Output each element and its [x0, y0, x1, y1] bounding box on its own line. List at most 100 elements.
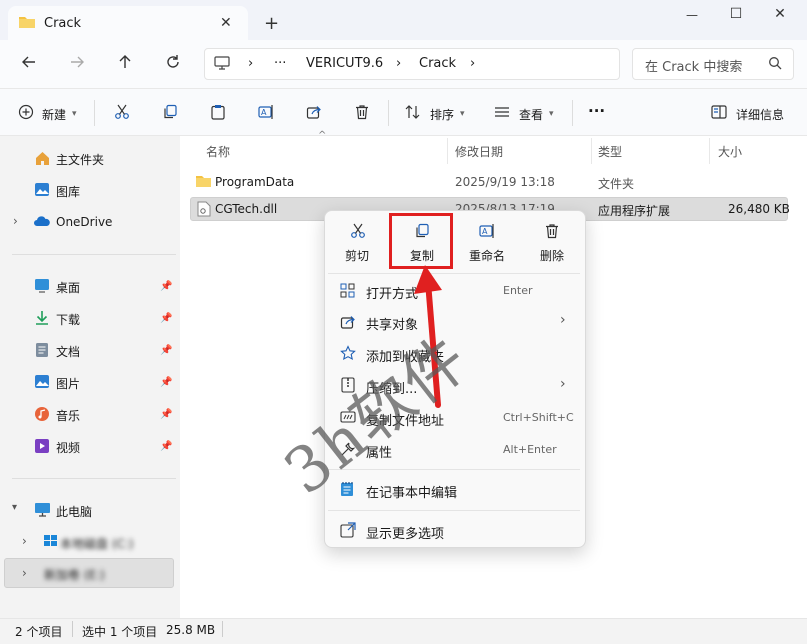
status-divider: [222, 621, 223, 637]
search-icon[interactable]: [768, 56, 782, 70]
file-type: 应用程序扩展: [598, 204, 671, 218]
sort-button[interactable]: 排序: [430, 106, 454, 123]
file-date: 2025/9/19 13:18: [455, 175, 555, 189]
chevron-right-icon[interactable]: ›: [13, 214, 18, 228]
file-name: CGTech.dll: [215, 202, 278, 216]
sidebar-item-onedrive[interactable]: OneDrive: [56, 215, 112, 229]
column-divider[interactable]: [709, 138, 710, 164]
sidebar-item-music[interactable]: 音乐: [56, 407, 80, 424]
column-header-size[interactable]: 大小: [718, 143, 742, 160]
pin-icon: 📌: [160, 377, 173, 388]
toolbar-separator: [388, 100, 389, 126]
context-cut-label: 剪切: [344, 249, 369, 263]
rename-icon[interactable]: A: [258, 104, 274, 120]
share-icon[interactable]: [306, 104, 322, 120]
delete-icon: [544, 223, 560, 239]
cut-icon: [350, 223, 366, 239]
chevron-down-icon[interactable]: ▾: [12, 502, 17, 513]
music-icon: [34, 406, 50, 422]
breadcrumb-vericut[interactable]: VERICUT9.6: [306, 56, 383, 71]
chevron-right-icon: ›: [396, 56, 402, 71]
cut-icon[interactable]: [114, 104, 130, 120]
up-icon[interactable]: [114, 54, 136, 74]
download-icon: [34, 310, 50, 326]
drive-icon: [44, 535, 58, 547]
share-icon: [340, 314, 356, 330]
context-rename-label: 重命名: [468, 249, 505, 263]
column-header-date[interactable]: 修改日期: [455, 143, 503, 160]
sidebar-divider: [12, 478, 176, 479]
menu-item-label: 显示更多选项: [366, 527, 445, 542]
minimize-button[interactable]: —: [676, 8, 708, 28]
chevron-right-icon: ›: [560, 376, 566, 392]
pin-icon: 📌: [160, 281, 173, 292]
sidebar-item-drive-e[interactable]: 新加卷 (E:): [44, 566, 105, 583]
selection-count: 选中 1 个项目: [82, 625, 158, 639]
tab-label: Crack: [44, 16, 82, 31]
pin-icon: 📌: [160, 313, 173, 324]
view-button[interactable]: 查看: [519, 106, 543, 123]
folder-icon: [18, 14, 36, 30]
context-delete-label: 删除: [539, 249, 564, 263]
sidebar-item-videos[interactable]: 视频: [56, 439, 80, 456]
column-divider[interactable]: [447, 138, 448, 164]
svg-text:A: A: [482, 227, 488, 236]
chevron-right-icon: ›: [470, 56, 476, 71]
pin-icon: 📌: [160, 441, 173, 452]
sidebar-item-downloads[interactable]: 下载: [56, 311, 80, 328]
tab-close-icon[interactable]: ✕: [220, 15, 232, 31]
column-header-type[interactable]: 类型: [598, 143, 622, 160]
copy-icon[interactable]: [162, 104, 178, 120]
new-button[interactable]: 新建: [42, 106, 66, 123]
new-tab-button[interactable]: +: [264, 13, 279, 34]
menu-item-shortcut: Enter: [503, 284, 533, 297]
sidebar-item-this-pc[interactable]: 此电脑: [56, 503, 92, 520]
maximize-button[interactable]: ☐: [720, 6, 752, 26]
sidebar-item-drive-c[interactable]: 本地磁盘 (C:): [60, 535, 134, 552]
chevron-down-icon: ▾: [549, 109, 554, 119]
view-icon[interactable]: [494, 104, 510, 120]
sort-icon[interactable]: [405, 104, 421, 120]
sidebar-item-documents[interactable]: 文档: [56, 343, 80, 360]
paste-icon[interactable]: [210, 104, 226, 120]
selection-size: 25.8 MB: [166, 623, 216, 637]
video-icon: [34, 438, 50, 454]
forward-icon[interactable]: [66, 54, 88, 74]
item-count: 2 个项目: [15, 625, 63, 639]
open-with-icon: [340, 283, 356, 299]
breadcrumb-crack[interactable]: Crack: [419, 56, 456, 71]
chevron-right-icon[interactable]: ›: [22, 534, 27, 548]
svg-text:A: A: [261, 108, 267, 117]
breadcrumb-more[interactable]: ···: [274, 56, 286, 71]
menu-item-shortcut: Alt+Enter: [503, 443, 557, 456]
more-button[interactable]: ···: [588, 102, 605, 120]
sidebar-item-gallery[interactable]: 图库: [56, 183, 80, 200]
delete-icon[interactable]: [354, 104, 370, 120]
chevron-down-icon: ▾: [72, 109, 77, 119]
close-button[interactable]: ✕: [764, 6, 796, 26]
sidebar-item-desktop[interactable]: 桌面: [56, 279, 80, 296]
computer-icon: [34, 502, 51, 518]
menu-separator: [328, 273, 580, 274]
status-divider: [72, 621, 73, 637]
more-options-icon: [340, 522, 356, 538]
sidebar-item-home[interactable]: 主文件夹: [56, 151, 104, 168]
gallery-icon: [34, 182, 50, 197]
refresh-icon[interactable]: [162, 54, 184, 74]
chevron-right-icon[interactable]: ›: [22, 566, 27, 580]
file-name: ProgramData: [215, 175, 295, 189]
address-bar[interactable]: [204, 48, 620, 80]
back-icon[interactable]: [18, 54, 40, 74]
folder-icon: [195, 174, 212, 188]
column-divider[interactable]: [591, 138, 592, 164]
toolbar-separator: [94, 100, 95, 126]
sidebar-item-pictures[interactable]: 图片: [56, 375, 80, 392]
details-button[interactable]: 详细信息: [736, 106, 784, 123]
column-header-name[interactable]: 名称: [206, 143, 230, 160]
sidebar-divider: [12, 254, 176, 255]
details-pane-icon[interactable]: [711, 105, 727, 119]
dll-file-icon: [197, 201, 211, 217]
new-icon[interactable]: [18, 104, 34, 120]
pin-icon: 📌: [160, 345, 173, 356]
toolbar-separator: [572, 100, 573, 126]
